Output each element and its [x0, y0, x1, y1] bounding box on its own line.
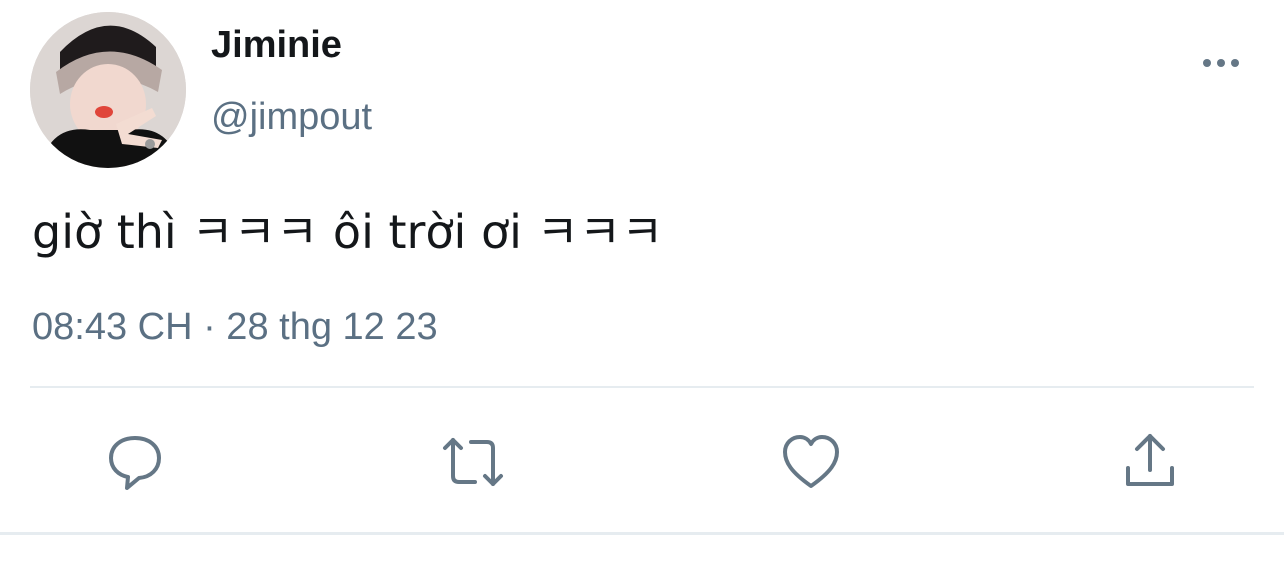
- user-handle[interactable]: @jimpout: [211, 96, 372, 139]
- retweet-icon: [443, 438, 503, 486]
- share-icon: [1126, 434, 1174, 486]
- reply-icon: [109, 436, 161, 490]
- divider: [30, 386, 1254, 388]
- avatar[interactable]: [30, 12, 186, 168]
- like-button[interactable]: [779, 430, 843, 494]
- divider: [0, 532, 1284, 535]
- share-button[interactable]: [1118, 430, 1182, 494]
- tweet-text: giờ thì ㅋㅋㅋ ôi trời ơi ㅋㅋㅋ: [32, 205, 664, 259]
- more-icon: [1203, 59, 1239, 67]
- retweet-button[interactable]: [441, 430, 505, 494]
- more-options-button[interactable]: [1196, 48, 1246, 78]
- reply-button[interactable]: [103, 430, 167, 494]
- tweet-timestamp[interactable]: 08:43 CH · 28 thg 12 23: [32, 306, 438, 349]
- like-icon: [783, 435, 839, 488]
- display-name[interactable]: Jiminie: [211, 24, 342, 67]
- avatar-image: [30, 12, 186, 168]
- tweet-card: Jiminie @jimpout giờ thì ㅋㅋㅋ ôi trời ơi …: [0, 0, 1284, 567]
